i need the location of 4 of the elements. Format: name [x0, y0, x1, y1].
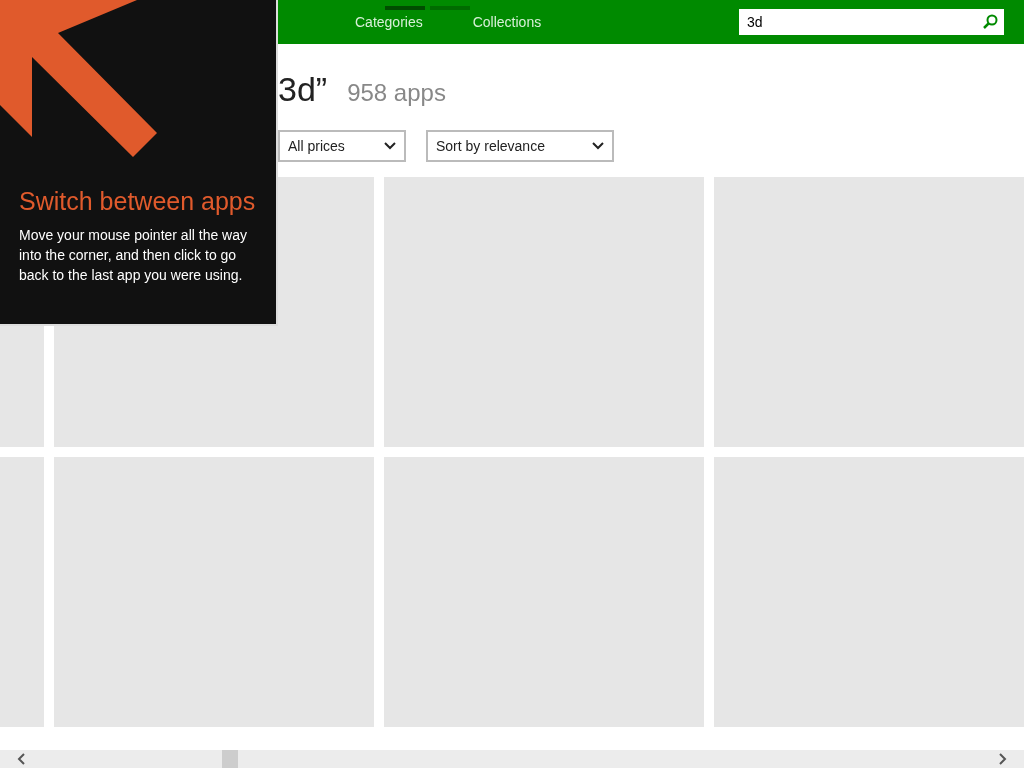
search-query: 3d” [278, 72, 328, 106]
tip-text: Move your mouse pointer all the way into the corner, and then click to go back to the last app you were using. [19, 226, 248, 286]
tip-title: Switch between apps [19, 186, 257, 217]
result-count: 958 apps [347, 81, 446, 105]
